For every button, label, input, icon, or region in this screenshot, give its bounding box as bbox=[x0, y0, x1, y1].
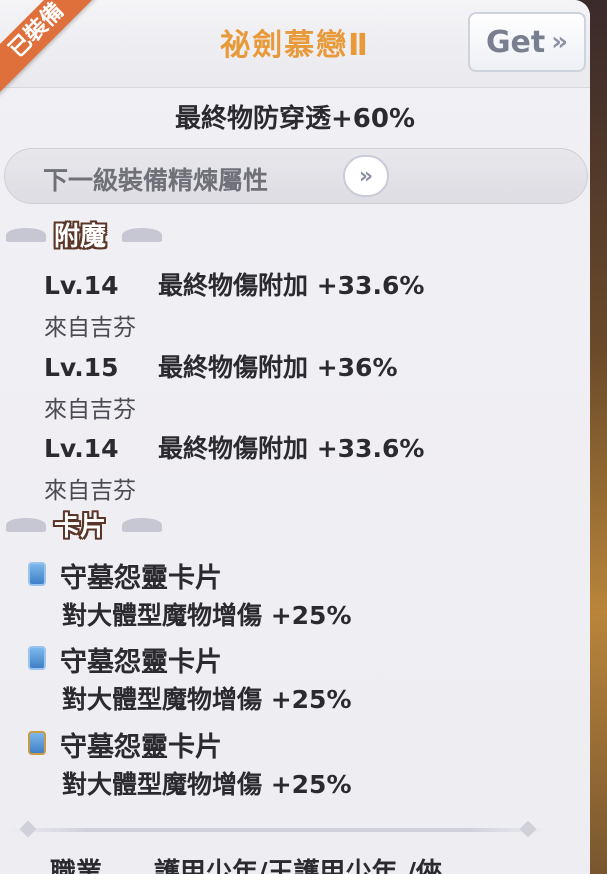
enchant-section-header: 附魔 bbox=[0, 216, 220, 256]
card-gem-icon bbox=[28, 731, 46, 755]
enchant-item: Lv.14 最終物傷附加 +33.6% 來自吉芬 bbox=[44, 429, 584, 505]
get-button[interactable]: Get » bbox=[468, 12, 586, 72]
wing-right-icon bbox=[122, 228, 162, 242]
enchant-effect: 最終物傷附加 +33.6% bbox=[158, 434, 425, 463]
enchant-level: Lv.15 bbox=[44, 353, 119, 382]
card-name: 守墓怨靈卡片 bbox=[60, 732, 222, 763]
refine-preview-bar[interactable]: 下一級裝備精煉屬性 » bbox=[4, 148, 588, 204]
enchant-level: Lv.14 bbox=[44, 271, 119, 300]
main-stat: 最終物防穿透+60% bbox=[174, 104, 416, 134]
wing-left-icon bbox=[6, 228, 46, 242]
enchant-level: Lv.14 bbox=[44, 434, 119, 463]
expand-chevron-icon[interactable]: » bbox=[343, 155, 389, 197]
wing-left-icon bbox=[6, 518, 46, 532]
card-name: 守墓怨靈卡片 bbox=[60, 563, 222, 594]
card-effect: 對大體型魔物增傷 +25% bbox=[62, 770, 352, 799]
card-section-header: 卡片 bbox=[0, 506, 220, 546]
item-header: 已裝備 祕劍慕戀Ⅱ Get » bbox=[0, 0, 590, 97]
get-button-label: Get bbox=[485, 24, 546, 60]
card-effect: 對大體型魔物增傷 +25% bbox=[62, 685, 352, 714]
item-tooltip-panel: 已裝備 祕劍慕戀Ⅱ Get » 最終物防穿透+60% 下一級裝備精煉屬性 » 附… bbox=[0, 0, 590, 874]
enchant-effect: 最終物傷附加 +36% bbox=[158, 353, 398, 382]
chevron-right-icon: » bbox=[551, 27, 569, 57]
wing-right-icon bbox=[122, 518, 162, 532]
enchant-source: 來自吉芬 bbox=[44, 315, 136, 341]
card-effect: 對大體型魔物增傷 +25% bbox=[62, 601, 352, 630]
refine-label: 下一級裝備精煉屬性 bbox=[43, 166, 269, 195]
enchant-section-title: 附魔 bbox=[54, 222, 107, 252]
enchant-source: 來自吉芬 bbox=[44, 397, 136, 423]
card-gem-icon bbox=[28, 562, 46, 586]
enchant-item: Lv.14 最終物傷附加 +33.6% 來自吉芬 bbox=[44, 266, 584, 342]
divider-diamond-icon bbox=[19, 820, 37, 838]
job-requirement-text: 職業 護甲少年/王護甲少年 /俠 bbox=[50, 858, 443, 874]
card-name: 守墓怨靈卡片 bbox=[60, 647, 222, 678]
enchant-source: 來自吉芬 bbox=[44, 478, 136, 504]
divider-diamond-icon bbox=[519, 820, 537, 838]
section-divider bbox=[8, 820, 548, 838]
enchant-effect: 最終物傷附加 +33.6% bbox=[158, 271, 425, 300]
enchant-item: Lv.15 最終物傷附加 +36% 來自吉芬 bbox=[44, 348, 584, 424]
card-section-title: 卡片 bbox=[54, 512, 107, 542]
card-gem-icon bbox=[28, 646, 46, 670]
